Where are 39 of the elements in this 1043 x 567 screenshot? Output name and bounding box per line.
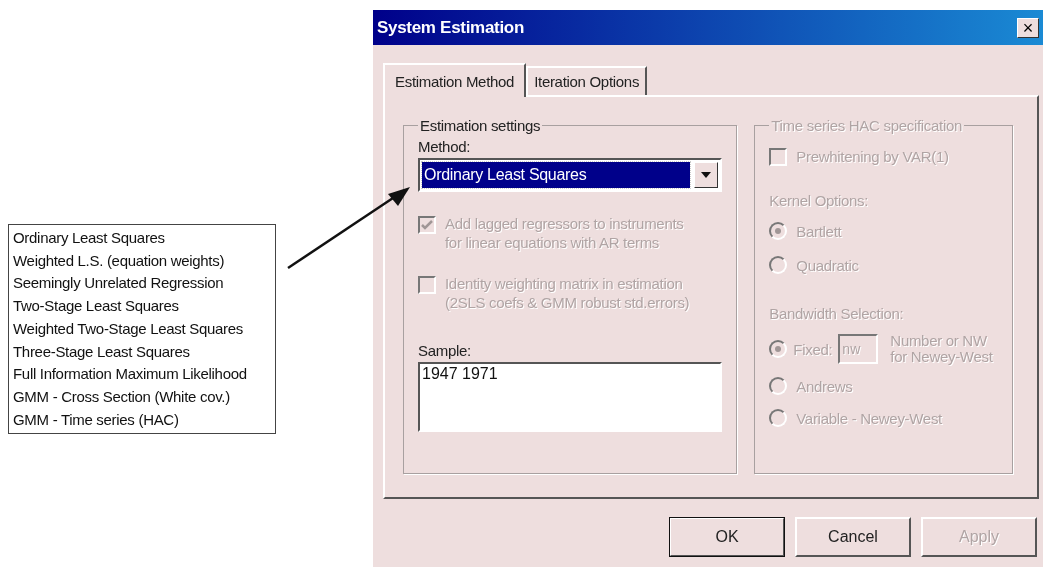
method-list-item: Seemingly Unrelated Regression <box>13 273 225 294</box>
field-hint: Number or NW <box>890 333 988 349</box>
option-label: Andrews <box>796 377 853 395</box>
method-dropdown[interactable]: Ordinary Least Squares <box>418 158 723 192</box>
method-list-item: Ordinary Least Squares <box>13 228 166 248</box>
option-label: Variable - Newey-West <box>796 409 942 427</box>
caret-icon <box>701 172 712 178</box>
window-title: System Estimation <box>377 17 524 38</box>
method-list-item: Weighted Two-Stage Least Squares <box>13 318 244 339</box>
tab[interactable]: Iteration Options <box>526 66 648 95</box>
method-list-item: Two-Stage Least Squares <box>13 296 180 317</box>
option-label: Prewhitening by VAR(1) <box>796 147 949 165</box>
group-title: Estimation settings <box>419 117 542 134</box>
option-label: Quadratic <box>796 256 859 274</box>
radio-dot-icon <box>775 346 782 352</box>
option-label: Identity weighting matrix in estimation <box>445 274 684 293</box>
method-list-item: GMM - Time series (HAC) <box>13 409 180 430</box>
method-list-item: Weighted L.S. (equation weights) <box>13 250 226 271</box>
sample-label: Sample: <box>418 342 472 359</box>
section-label: Kernel Options: <box>769 192 870 209</box>
option-label: Add lagged regressors to instruments <box>445 214 684 233</box>
close-button[interactable]: × <box>1017 17 1039 38</box>
radio-dot-icon <box>775 228 782 234</box>
method-label: Method: <box>418 138 472 155</box>
section-label: Bandwidth Selection: <box>769 305 905 322</box>
option-label: Bartlett <box>796 222 842 240</box>
tab[interactable]: Estimation Method <box>383 63 527 97</box>
field-hint: for Newey-West <box>890 349 993 365</box>
option-label: (2SLS coefs & GMM robust std.errors) <box>445 293 690 312</box>
group-title: Time series HAC specification <box>770 117 964 134</box>
method-list-item: GMM - Cross Section (White cov.) <box>13 386 231 407</box>
option-label: Fixed: <box>793 340 833 358</box>
method-list-item: Three-Stage Least Squares <box>13 341 191 362</box>
sample-field[interactable]: 1947 1971 <box>418 362 723 432</box>
dialog-button[interactable]: Cancel <box>795 517 911 557</box>
method-list-item: Full Information Maximum Likelihood <box>13 364 248 385</box>
dropdown-button[interactable] <box>694 162 719 188</box>
option-label: for linear equations with AR terms <box>445 233 661 252</box>
dialog-button[interactable]: OK <box>669 517 785 557</box>
